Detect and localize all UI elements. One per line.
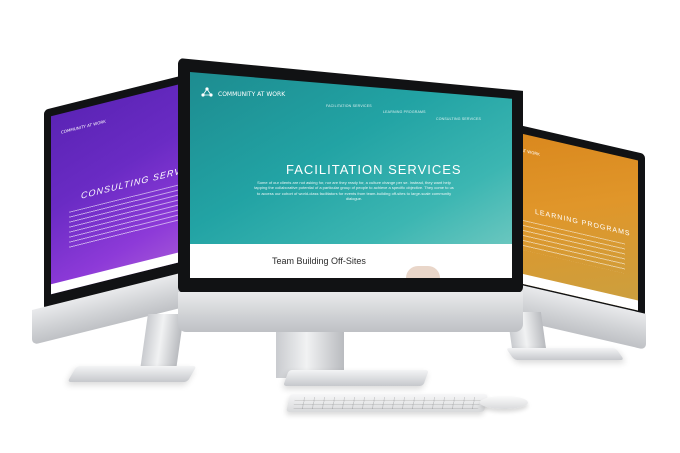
center-monitor-screen: COMMUNITY AT WORK FACILITATION SERVICES … (190, 72, 512, 278)
keyboard (286, 394, 488, 412)
nav-consulting-services[interactable]: CONSULTING SERVICES (436, 117, 481, 121)
left-logo: COMMUNITY AT WORK (61, 118, 106, 135)
center-monitor: COMMUNITY AT WORK FACILITATION SERVICES … (168, 52, 528, 397)
center-hero-body: Some of our clients are not asking for, … (254, 180, 454, 202)
center-hero-title: FACILITATION SERVICES (286, 162, 462, 177)
section-image-thumb (406, 266, 440, 278)
center-white-band: Team Building Off-Sites (190, 244, 512, 278)
center-monitor-chin (178, 292, 523, 332)
community-at-work-logo-icon (201, 87, 213, 97)
center-monitor-bezel: COMMUNITY AT WORK FACILITATION SERVICES … (178, 58, 523, 293)
magic-mouse (480, 396, 528, 409)
nav-facilitation-services[interactable]: FACILITATION SERVICES (326, 104, 372, 108)
imac-mockup-scene: COMMUNITY AT WORK CONSULTING SERVICES CO… (0, 0, 680, 453)
section-heading: Team Building Off-Sites (272, 256, 366, 266)
center-logo: COMMUNITY AT WORK (218, 91, 286, 98)
nav-learning-programs[interactable]: LEARNING PROGRAMS (383, 110, 426, 114)
center-stand-foot (283, 370, 429, 386)
keyboard-keys (292, 397, 482, 409)
